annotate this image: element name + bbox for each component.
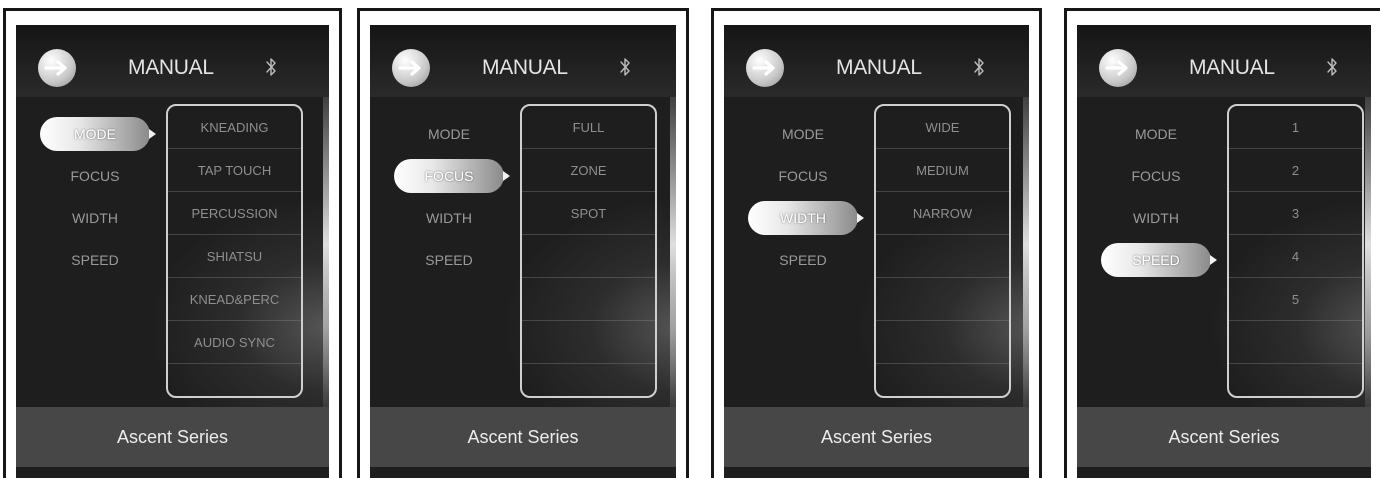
selection-pointer-icon xyxy=(149,129,156,139)
device-screen: MANUAL MODE FOCUS WIDTH SPEED WIDE MEDIUM NARR… xyxy=(724,25,1029,478)
panel-mode: MANUAL MODE FOCUS WIDTH SPEED KNEADING TAP TO… xyxy=(3,8,342,478)
menu-item-mode[interactable]: MODE xyxy=(1101,117,1211,151)
bluetooth-icon xyxy=(1327,58,1337,76)
arrow-right-circle-icon[interactable] xyxy=(38,49,76,87)
screen-title: MANUAL xyxy=(1189,56,1275,79)
device-screen: MANUAL MODE FOCUS WIDTH SPEED FULL ZONE SPOT As… xyxy=(370,25,676,478)
option-empty-row xyxy=(1229,364,1362,396)
screen-title: MANUAL xyxy=(482,56,568,79)
panel-speed: MANUAL MODE FOCUS WIDTH SPEED 1 2 3 4 5 Ascent Se… xyxy=(1064,8,1380,478)
footer-brand: Ascent Series xyxy=(16,407,329,467)
option-empty-row xyxy=(876,235,1009,278)
footer-brand: Ascent Series xyxy=(1077,407,1371,467)
option-empty-row xyxy=(876,321,1009,364)
arrow-right-circle-icon[interactable] xyxy=(1099,49,1137,87)
option-item[interactable]: 4 xyxy=(1229,235,1362,278)
selection-pointer-icon xyxy=(857,213,864,223)
selection-pointer-icon xyxy=(1210,255,1217,265)
menu-item-focus[interactable]: FOCUS xyxy=(748,159,858,193)
menu-item-width[interactable]: WIDTH xyxy=(40,201,150,235)
menu-item-width[interactable]: WIDTH xyxy=(1101,201,1211,235)
option-item[interactable]: TAP TOUCH xyxy=(168,149,301,192)
menu-item-speed[interactable]: SPEED xyxy=(748,243,858,277)
footer-brand: Ascent Series xyxy=(724,407,1029,467)
option-item[interactable]: 3 xyxy=(1229,192,1362,235)
option-item[interactable]: KNEADING xyxy=(168,106,301,149)
screen-title: MANUAL xyxy=(836,56,922,79)
menu-item-width[interactable]: WIDTH xyxy=(394,201,504,235)
option-empty-row xyxy=(168,364,301,396)
header-bar: MANUAL xyxy=(370,25,676,97)
option-empty-row xyxy=(876,278,1009,321)
options-list: WIDE MEDIUM NARROW xyxy=(874,104,1011,398)
bluetooth-icon xyxy=(266,58,276,76)
option-item[interactable]: 1 xyxy=(1229,106,1362,149)
option-empty-row xyxy=(1229,321,1362,364)
menu-item-focus[interactable]: FOCUS xyxy=(40,159,150,193)
screen-edge-highlight xyxy=(323,65,329,425)
menu-item-mode[interactable]: MODE xyxy=(40,117,150,151)
panel-focus: MANUAL MODE FOCUS WIDTH SPEED FULL ZONE SPOT As… xyxy=(357,8,689,478)
option-item[interactable]: MEDIUM xyxy=(876,149,1009,192)
menu-item-speed[interactable]: SPEED xyxy=(1101,243,1211,277)
bluetooth-icon xyxy=(620,58,630,76)
option-item[interactable]: WIDE xyxy=(876,106,1009,149)
screen-edge-highlight xyxy=(1365,65,1371,425)
bluetooth-icon xyxy=(974,58,984,76)
option-empty-row xyxy=(522,278,655,321)
option-item[interactable]: NARROW xyxy=(876,192,1009,235)
menu-item-speed[interactable]: SPEED xyxy=(394,243,504,277)
option-item[interactable]: AUDIO SYNC xyxy=(168,321,301,364)
option-empty-row xyxy=(522,364,655,396)
option-item[interactable]: ZONE xyxy=(522,149,655,192)
options-list: FULL ZONE SPOT xyxy=(520,104,657,398)
header-bar: MANUAL xyxy=(1077,25,1371,97)
option-item[interactable]: 5 xyxy=(1229,278,1362,321)
menu-item-mode[interactable]: MODE xyxy=(748,117,858,151)
selection-pointer-icon xyxy=(503,171,510,181)
device-screen: MANUAL MODE FOCUS WIDTH SPEED KNEADING TAP TO… xyxy=(16,25,329,478)
header-bar: MANUAL xyxy=(724,25,1029,97)
menu-item-mode[interactable]: MODE xyxy=(394,117,504,151)
option-empty-row xyxy=(876,364,1009,396)
device-screen: MANUAL MODE FOCUS WIDTH SPEED 1 2 3 4 5 Ascent Se… xyxy=(1077,25,1371,478)
option-item[interactable]: KNEAD&PERC xyxy=(168,278,301,321)
screen-title: MANUAL xyxy=(128,56,214,79)
option-empty-row xyxy=(522,235,655,278)
header-bar: MANUAL xyxy=(16,25,329,97)
options-list: 12345 xyxy=(1227,104,1364,398)
arrow-right-circle-icon[interactable] xyxy=(746,49,784,87)
options-list: KNEADING TAP TOUCH PERCUSSION SHIATSU KNEAD&… xyxy=(166,104,303,398)
footer-brand: Ascent Series xyxy=(370,407,676,467)
menu-item-width[interactable]: WIDTH xyxy=(748,201,858,235)
option-empty-row xyxy=(522,321,655,364)
menu-item-focus[interactable]: FOCUS xyxy=(394,159,504,193)
screen-edge-highlight xyxy=(670,65,676,425)
arrow-right-circle-icon[interactable] xyxy=(392,49,430,87)
option-item[interactable]: 2 xyxy=(1229,149,1362,192)
option-item[interactable]: FULL xyxy=(522,106,655,149)
screen-edge-highlight xyxy=(1023,65,1029,425)
option-item[interactable]: SPOT xyxy=(522,192,655,235)
option-item[interactable]: PERCUSSION xyxy=(168,192,301,235)
panel-width: MANUAL MODE FOCUS WIDTH SPEED WIDE MEDIUM NARR… xyxy=(711,8,1042,478)
option-item[interactable]: SHIATSU xyxy=(168,235,301,278)
menu-item-focus[interactable]: FOCUS xyxy=(1101,159,1211,193)
menu-item-speed[interactable]: SPEED xyxy=(40,243,150,277)
